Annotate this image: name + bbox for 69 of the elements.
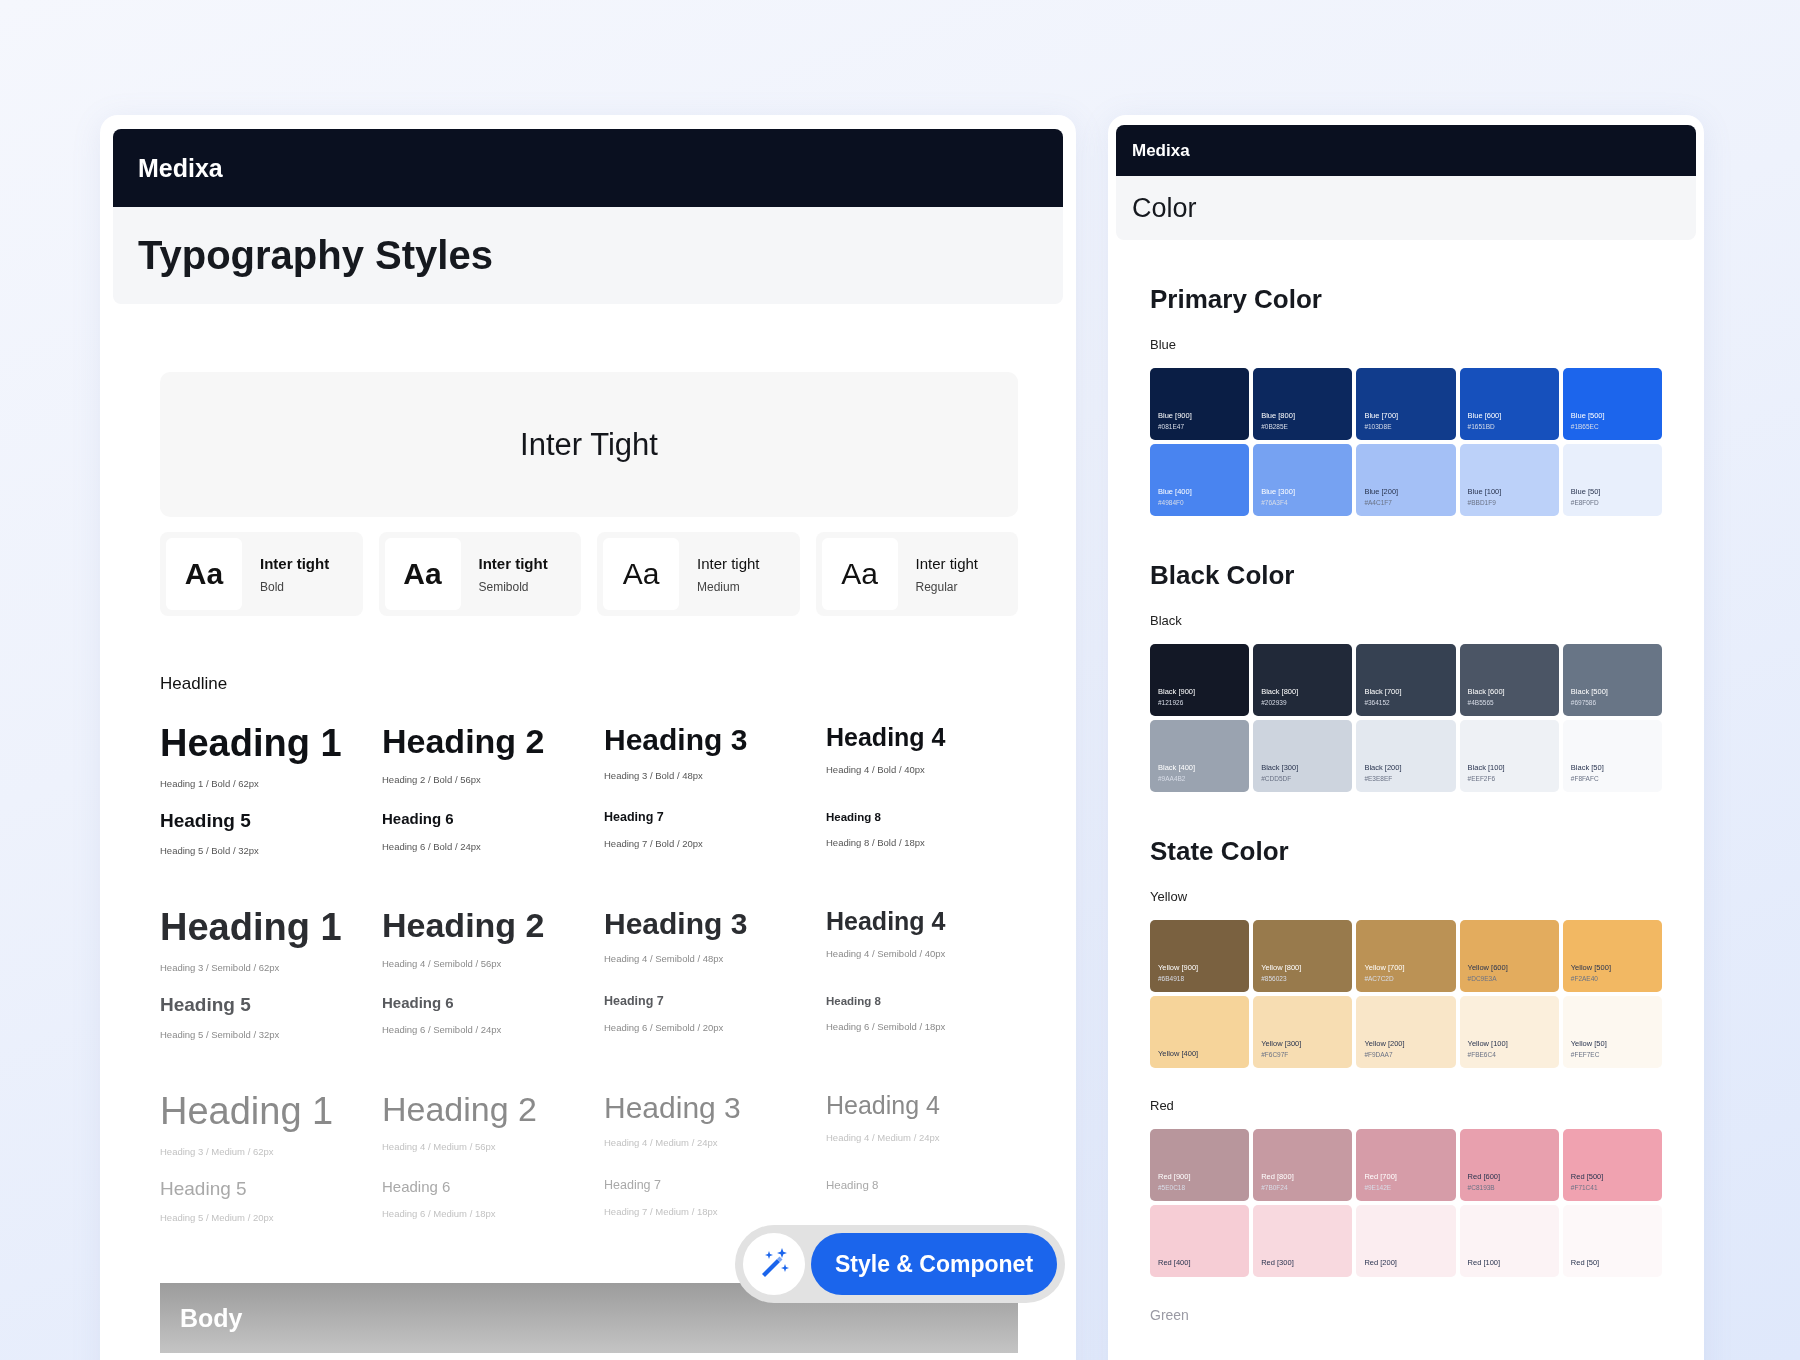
style-caption: Heading 1 / Bold / 62px <box>160 777 260 789</box>
style-caption: Heading 3 / Bold / 48px <box>604 769 704 781</box>
palette-name: Green <box>1150 1307 1190 1323</box>
heading-sample: Heading 7 <box>604 810 665 824</box>
section-label: Body <box>180 1304 243 1333</box>
style-caption: Heading 6 / Bold / 24px <box>382 840 482 852</box>
style-caption: Heading 6 / Semibold / 18px <box>826 1020 947 1032</box>
heading-sample: Heading 2 <box>382 907 546 944</box>
style-caption: Heading 2 / Bold / 56px <box>382 773 482 785</box>
heading-sample: Heading 3 <box>604 724 749 756</box>
font-sample: Aa <box>821 538 898 610</box>
palette-name: Yellow <box>1150 889 1189 904</box>
font-family-label: Inter tight <box>697 554 760 572</box>
heading-sample: Heading 4 <box>826 724 947 751</box>
page-title: Typography Styles <box>138 233 493 278</box>
style-caption: Heading 6 / Semibold / 24px <box>382 1024 503 1036</box>
style-caption: Heading 4 / Semibold / 56px <box>382 957 503 969</box>
heading-sample: Heading 1 <box>160 1091 335 1132</box>
font-weight-label: Regular <box>915 579 959 594</box>
palette-name: Blue <box>1150 337 1178 352</box>
font-sample: Aa <box>384 538 461 610</box>
font-weight-label: Medium <box>697 579 741 594</box>
heading-sample: Heading 8 <box>826 994 882 1007</box>
heading-sample: Heading 7 <box>604 994 665 1008</box>
style-caption: Heading 6 / Semibold / 20px <box>604 1021 725 1033</box>
brand-name: Medixa <box>138 153 223 183</box>
font-family-label: Inter tight <box>260 554 330 572</box>
page-title: Color <box>1132 192 1197 224</box>
font-weight-label: Semibold <box>478 579 530 594</box>
heading-sample: Heading 5 <box>160 1178 248 1199</box>
font-family-label: Inter tight <box>478 554 548 572</box>
heading-sample: Heading 3 <box>604 907 749 940</box>
heading-sample: Heading 1 <box>160 724 343 764</box>
heading-sample: Heading 6 <box>382 810 455 827</box>
palette-name: Black <box>1150 613 1183 628</box>
section-title: Primary Color <box>1150 284 1323 315</box>
heading-sample: Heading 5 <box>160 994 252 1015</box>
style-component-button[interactable]: Style & Componet <box>811 1233 1058 1295</box>
style-caption: Heading 4 / Bold / 40px <box>826 764 926 776</box>
heading-sample: Heading 2 <box>382 724 546 760</box>
style-caption: Heading 7 / Bold / 20px <box>604 838 704 849</box>
heading-sample: Heading 5 <box>160 810 252 831</box>
style-caption: Heading 4 / Semibold / 40px <box>826 948 947 960</box>
style-caption: Heading 5 / Semibold / 32px <box>160 1028 281 1040</box>
brand-name: Medixa <box>1132 140 1190 161</box>
heading-sample: Heading 3 <box>604 1091 742 1124</box>
heading-sample: Heading 4 <box>826 907 947 935</box>
font-name: Inter Tight <box>520 426 658 463</box>
style-caption: Heading 5 / Bold / 32px <box>160 844 260 856</box>
palette-name: Red <box>1150 1098 1175 1113</box>
heading-sample: Heading 7 <box>604 1178 662 1192</box>
heading-sample: Heading 1 <box>160 907 343 948</box>
font-sample: Aa <box>166 538 242 610</box>
heading-sample: Heading 4 <box>826 1091 941 1118</box>
heading-sample: Heading 8 <box>826 810 882 823</box>
font-family-label: Inter tight <box>915 554 979 572</box>
section-label: Headline <box>160 674 229 694</box>
heading-sample: Heading 6 <box>382 1178 452 1195</box>
heading-sample: Heading 8 <box>826 1178 880 1191</box>
magic-button[interactable] <box>743 1233 805 1295</box>
font-sample: Aa <box>603 538 679 610</box>
style-caption: Heading 3 / Semibold / 62px <box>160 961 281 973</box>
section-title: State Color <box>1150 836 1290 867</box>
heading-sample: Heading 6 <box>382 994 455 1011</box>
style-caption: Heading 8 / Bold / 18px <box>826 836 926 848</box>
section-title: Black Color <box>1150 560 1296 591</box>
font-weight-label: Bold <box>260 579 286 594</box>
heading-sample: Heading 2 <box>382 1091 538 1128</box>
style-caption: Heading 4 / Semibold / 48px <box>604 953 725 965</box>
